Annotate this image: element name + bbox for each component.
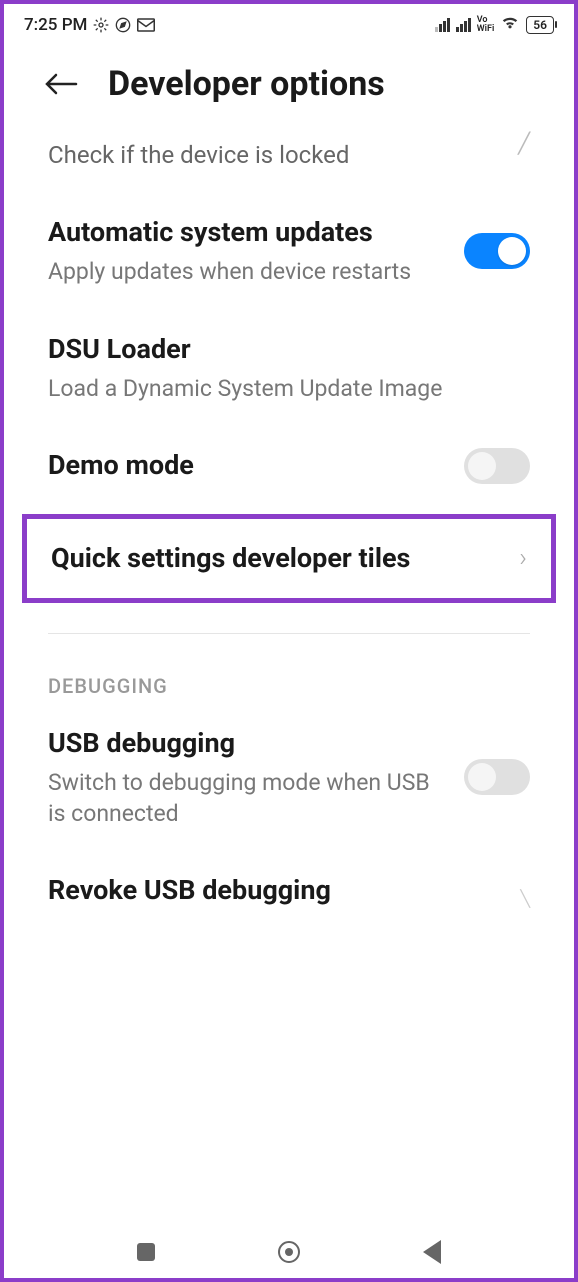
page-title: Developer options <box>108 64 385 104</box>
back-arrow-icon[interactable] <box>44 63 78 105</box>
status-time: 7:25 PM <box>24 15 87 35</box>
toggle-auto-updates[interactable] <box>464 233 530 269</box>
setting-lock-check[interactable]: Check if the device is locked ╱ <box>4 115 574 195</box>
setting-auto-updates[interactable]: Automatic system updates Apply updates w… <box>4 195 574 311</box>
section-header-debugging: DEBUGGING <box>4 634 574 706</box>
settings-list: Check if the device is locked ╱ Automati… <box>4 115 574 968</box>
setting-quick-tiles[interactable]: Quick settings developer tiles › <box>22 514 556 603</box>
nav-home-button[interactable] <box>277 1240 301 1264</box>
mail-icon <box>137 18 155 32</box>
status-left: 7:25 PM <box>24 15 155 35</box>
setting-usb-debugging[interactable]: USB debugging Switch to debugging mode w… <box>4 706 574 853</box>
setting-title: Automatic system updates <box>48 215 446 250</box>
setting-demo-mode[interactable]: Demo mode <box>4 428 574 508</box>
setting-desc: Load a Dynamic System Update Image <box>48 373 530 404</box>
chevron-right-icon: › <box>519 543 527 573</box>
setting-dsu-loader[interactable]: DSU Loader Load a Dynamic System Update … <box>4 312 574 428</box>
navigation-bar <box>4 1226 574 1278</box>
nav-recents-button[interactable] <box>134 1240 158 1264</box>
toggle-demo-mode[interactable] <box>464 448 530 484</box>
header: Developer options <box>4 43 574 115</box>
chevron-right-icon: ╱ <box>518 131 530 155</box>
setting-desc: Apply updates when device restarts <box>48 256 446 287</box>
status-bar: 7:25 PM VoWiFi 56 <box>4 4 574 43</box>
setting-title: Revoke USB debugging <box>48 873 502 908</box>
settings-icon <box>93 17 109 33</box>
setting-title: DSU Loader <box>48 332 530 367</box>
setting-title: Quick settings developer tiles <box>51 541 519 576</box>
status-right: VoWiFi 56 <box>435 14 554 35</box>
setting-title: Demo mode <box>48 448 446 483</box>
signal-icon-1 <box>435 18 450 32</box>
nav-back-button[interactable] <box>420 1240 444 1264</box>
setting-desc: Check if the device is locked <box>48 139 500 171</box>
setting-desc: Switch to debugging mode when USB is con… <box>48 767 446 829</box>
toggle-usb-debugging[interactable] <box>464 759 530 795</box>
signal-icon-2 <box>456 18 471 32</box>
chevron-right-icon: ╲ <box>520 889 530 908</box>
compass-icon <box>115 17 131 33</box>
vowifi-icon: VoWiFi <box>477 16 495 32</box>
wifi-icon <box>500 14 520 35</box>
battery-icon: 56 <box>526 16 554 34</box>
setting-title: USB debugging <box>48 726 446 761</box>
setting-revoke-usb[interactable]: Revoke USB debugging ╲ <box>4 853 574 968</box>
